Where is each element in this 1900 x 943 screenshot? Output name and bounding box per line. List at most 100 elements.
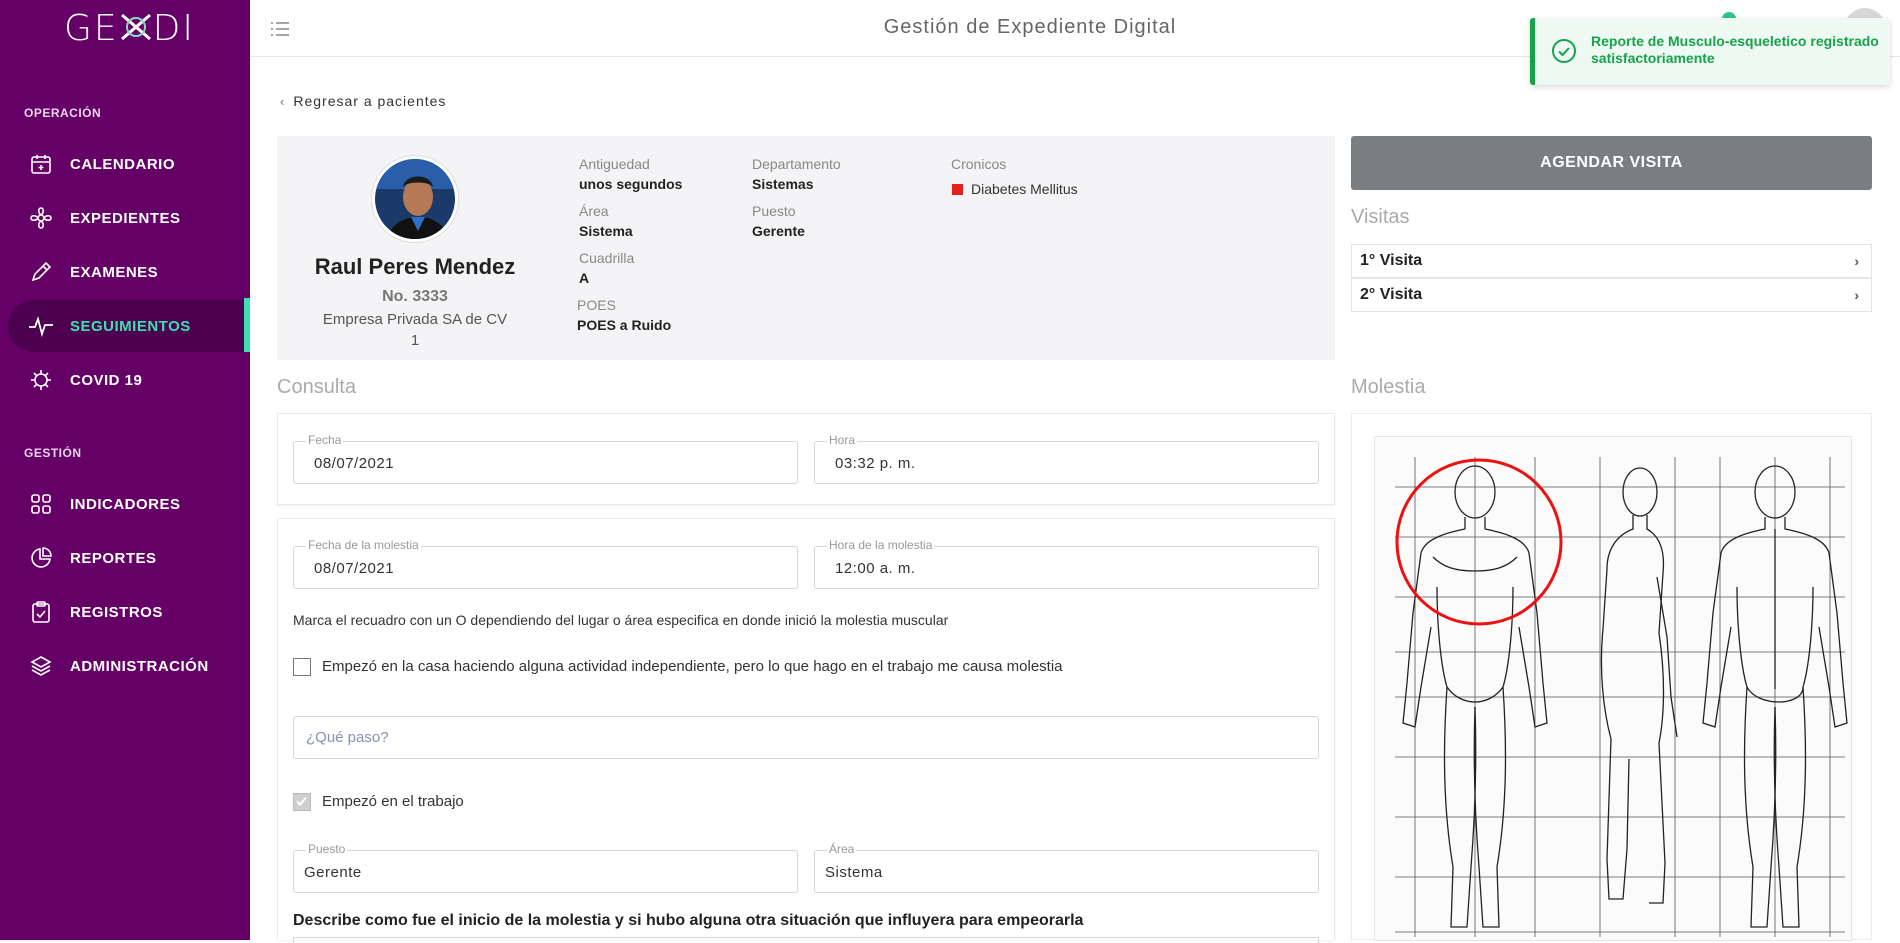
sidebar-item-label: COVID 19 xyxy=(70,371,143,389)
chronic-status-marker xyxy=(952,184,963,195)
visit-item[interactable]: 1° Visita › xyxy=(1351,244,1872,278)
virus-icon xyxy=(28,367,54,393)
visit-item[interactable]: 2° Visita › xyxy=(1351,278,1872,312)
consulta-title: Consulta xyxy=(277,376,356,398)
pencil-icon xyxy=(28,259,54,285)
fecha-molestia-field[interactable]: Fecha de la molestia 08/07/2021 xyxy=(293,538,798,589)
sidebar-item-reportes[interactable]: REPORTES xyxy=(8,532,248,584)
describe-textarea[interactable] xyxy=(293,937,1319,943)
logo-x-mark xyxy=(119,10,153,41)
area-field-label: Área xyxy=(827,842,857,856)
sidebar-item-expedientes[interactable]: EXPEDIENTES xyxy=(8,192,248,244)
calendar-icon xyxy=(28,151,54,177)
sidebar-item-indicadores[interactable]: INDICADORES xyxy=(8,478,248,530)
chevron-right-icon: › xyxy=(1854,287,1859,303)
visit-label: 1° Visita xyxy=(1360,252,1423,269)
chevron-right-icon: › xyxy=(1854,253,1859,269)
fecha-value: 08/07/2021 xyxy=(314,455,395,472)
departamento-label: Departamento xyxy=(752,156,841,172)
body-chart-panel xyxy=(1351,413,1872,941)
hora-value: 03:32 p. m. xyxy=(835,455,916,472)
describe-question: Describe como fue el inicio de la molest… xyxy=(293,912,1084,929)
casa-checkbox[interactable] xyxy=(293,658,311,676)
sidebar-item-seguimientos[interactable]: SEGUIMIENTOS xyxy=(8,300,248,352)
antiguedad-label: Antiguedad xyxy=(579,156,650,172)
grid-icon xyxy=(28,491,54,517)
puesto-value: Gerente xyxy=(752,223,805,239)
area-field[interactable]: Área Sistema xyxy=(814,842,1319,893)
hora-field[interactable]: Hora 03:32 p. m. xyxy=(814,433,1319,484)
poes-value: POES a Ruido xyxy=(577,317,672,333)
sidebar-item-label: REGISTROS xyxy=(70,603,163,621)
cronico-value: Diabetes Mellitus xyxy=(971,181,1078,197)
patient-name: Raul Peres Mendez xyxy=(314,254,516,279)
check-circle-icon xyxy=(1551,38,1577,64)
pulse-icon xyxy=(28,313,54,339)
area-label: Área xyxy=(579,203,609,219)
agendar-visita-button[interactable]: AGENDAR VISITA xyxy=(1351,136,1872,190)
sidebar-item-administracion[interactable]: ADMINISTRACIÓN xyxy=(8,640,248,692)
area-field-value: Sistema xyxy=(825,864,883,881)
section-label-operacion: OPERACIÓN xyxy=(24,106,102,120)
area-value: Sistema xyxy=(579,223,633,239)
visitas-title: Visitas xyxy=(1351,206,1410,228)
hora-label: Hora xyxy=(827,433,858,447)
sidebar-item-label: ADMINISTRACIÓN xyxy=(70,657,209,675)
success-toast[interactable]: Reporte de Musculo-esqueletico registrad… xyxy=(1530,18,1890,85)
sidebar-item-examenes[interactable]: EXAMENES xyxy=(8,246,248,298)
patient-number: No. 3333 xyxy=(382,288,448,305)
puesto-label: Puesto xyxy=(752,203,796,219)
puesto-field[interactable]: Puesto Gerente xyxy=(293,842,798,893)
que-paso-input[interactable] xyxy=(293,716,1319,759)
sidebar: GE DI OPERACIÓN CALENDARIO EXPEDIENTES EX… xyxy=(0,0,250,940)
sidebar-item-calendario[interactable]: CALENDARIO xyxy=(8,138,248,190)
cuadrilla-value: A xyxy=(579,270,590,286)
sidebar-item-label: EXPEDIENTES xyxy=(70,209,181,227)
molestia-form-panel: Fecha de la molestia 08/07/2021 Hora de … xyxy=(277,518,1335,943)
departamento-value: Sistemas xyxy=(752,176,814,192)
puesto-field-value: Gerente xyxy=(304,864,362,881)
sidebar-item-label: REPORTES xyxy=(70,549,157,567)
cuadrilla-label: Cuadrilla xyxy=(579,250,635,266)
back-to-patients-link[interactable]: ‹ Regresar a pacientes xyxy=(280,93,446,109)
fecha-molestia-label: Fecha de la molestia xyxy=(306,538,421,552)
body-diagram[interactable] xyxy=(1374,436,1852,941)
consulta-panel: Fecha 08/07/2021 Hora 03:32 p. m. xyxy=(277,413,1335,505)
cronicos-label: Cronicos xyxy=(951,156,1007,172)
sidebar-item-registros[interactable]: REGISTROS xyxy=(8,586,248,638)
visit-label: 2° Visita xyxy=(1360,286,1423,303)
clipboard-icon xyxy=(28,599,54,625)
sidebar-item-label: EXAMENES xyxy=(70,263,159,281)
poes-label: POES xyxy=(577,297,616,313)
chevron-left-icon: ‹ xyxy=(280,94,286,109)
molestia-title: Molestia xyxy=(1351,376,1426,398)
sidebar-item-covid[interactable]: COVID 19 xyxy=(8,354,248,406)
layers-icon xyxy=(28,653,54,679)
toast-message: Reporte de Musculo-esqueletico registrad… xyxy=(1591,33,1879,66)
sidebar-item-label: INDICADORES xyxy=(70,495,181,513)
patient-company: Empresa Privada SA de CV xyxy=(322,311,508,328)
fecha-field[interactable]: Fecha 08/07/2021 xyxy=(293,433,798,484)
patient-photo xyxy=(372,156,458,242)
puesto-field-label: Puesto xyxy=(306,842,348,856)
patient-extra: 1 xyxy=(410,332,420,349)
instruction-text: Marca el recuadro con un O dependiendo d… xyxy=(293,612,949,628)
que-paso-text-input[interactable] xyxy=(294,717,1318,758)
fecha-molestia-value: 08/07/2021 xyxy=(314,560,395,577)
flower-icon xyxy=(28,205,54,231)
hora-molestia-field[interactable]: Hora de la molestia 12:00 a. m. xyxy=(814,538,1319,589)
fecha-label: Fecha xyxy=(306,433,344,447)
sidebar-item-label: CALENDARIO xyxy=(70,155,175,173)
patient-card: Raul Peres Mendez No. 3333 Empresa Priva… xyxy=(277,136,1335,360)
trabajo-checkbox-label: Empezó en el trabajo xyxy=(322,793,464,810)
hora-molestia-value: 12:00 a. m. xyxy=(835,560,916,577)
trabajo-checkbox[interactable] xyxy=(293,793,311,811)
active-indicator xyxy=(244,298,250,352)
casa-checkbox-label: Empezó en la casa haciendo alguna activi… xyxy=(322,658,1063,675)
app-logo[interactable]: GE DI xyxy=(64,8,195,49)
pie-chart-icon xyxy=(28,545,54,571)
antiguedad-value: unos segundos xyxy=(579,176,683,192)
hora-molestia-label: Hora de la molestia xyxy=(827,538,935,552)
sidebar-item-label: SEGUIMIENTOS xyxy=(70,317,191,335)
back-link-label: Regresar a pacientes xyxy=(293,93,447,109)
